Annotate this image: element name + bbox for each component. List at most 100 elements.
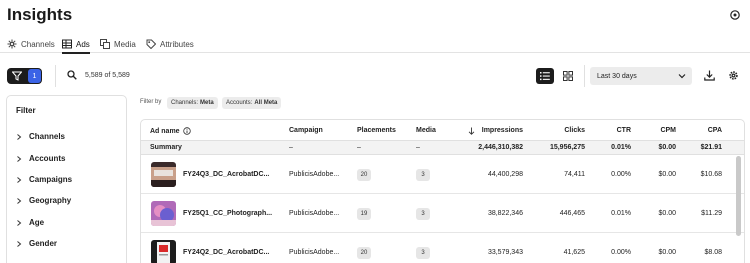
summary-row: Summary – – – 2,446,310,382 15,956,275 0…: [141, 140, 744, 155]
cpm-value: $0.00: [658, 171, 676, 178]
chip-key: Accounts:: [226, 100, 253, 106]
column-header-placements[interactable]: Placements: [357, 127, 396, 134]
summary-cpa: $21.91: [700, 144, 722, 151]
campaign-name: PublicisAdobe...: [289, 249, 340, 256]
column-header-cpa[interactable]: CPA: [708, 127, 722, 134]
impressions-value: 44,400,298: [487, 171, 523, 178]
download-icon[interactable]: [704, 70, 715, 81]
tab-ads[interactable]: Ads: [62, 36, 90, 54]
ad-thumbnail[interactable]: [151, 201, 176, 226]
tab-label: Attributes: [160, 39, 194, 49]
sort-descending-icon[interactable]: [468, 127, 475, 135]
summary-cpm: $0.00: [658, 144, 676, 151]
chip-key: Channels:: [171, 100, 199, 106]
ad-thumbnail[interactable]: [151, 240, 176, 263]
clicks-value: 446,465: [559, 210, 585, 217]
cpa-value: $11.29: [701, 210, 722, 217]
placements-badge: 20: [357, 247, 371, 259]
media-icon: [100, 39, 110, 49]
date-range-select[interactable]: Last 30 days: [590, 67, 692, 85]
tab-label: Media: [114, 39, 136, 49]
filter-item-label: Age: [29, 218, 45, 227]
ctr-value: 0.00%: [611, 171, 631, 178]
clicks-value: 41,625: [563, 249, 585, 256]
filter-item-label: Gender: [29, 239, 58, 248]
tab-channels[interactable]: Channels: [7, 36, 55, 52]
media-badge: 3: [416, 169, 430, 181]
summary-impressions: 2,446,310,382: [478, 144, 523, 151]
ad-name[interactable]: FY24Q2_DC_AcrobatDC...: [183, 249, 269, 256]
info-icon[interactable]: [182, 127, 191, 135]
filter-by-label: Filter by: [140, 99, 162, 105]
filter-item-age[interactable]: Age: [16, 218, 44, 227]
filter-item-geography[interactable]: Geography: [16, 196, 71, 205]
gear-icon[interactable]: [728, 70, 739, 81]
tab-label: Ads: [76, 39, 90, 49]
ad-name[interactable]: FY25Q1_CC_Photograph...: [183, 210, 272, 217]
filter-item-channels[interactable]: Channels: [16, 132, 65, 141]
campaign-name: PublicisAdobe...: [289, 210, 340, 217]
tab-bar: Channels Ads Media Attributes: [0, 36, 750, 54]
filter-item-accounts[interactable]: Accounts: [16, 154, 65, 163]
filter-chip-accounts[interactable]: Accounts: All Meta: [222, 97, 282, 109]
table-scrollbar[interactable]: [736, 156, 741, 236]
filter-item-label: Accounts: [29, 154, 66, 163]
column-label: Ad name: [150, 127, 180, 135]
cpa-value: $8.08: [704, 249, 722, 256]
chevron-right-icon: [17, 133, 22, 140]
column-header-media[interactable]: Media: [416, 127, 436, 134]
ads-table: Ad name Campaign Placements Media Impres…: [140, 119, 745, 263]
result-count: 5,589 of 5,589: [85, 72, 130, 79]
placements-badge: 20: [357, 169, 371, 181]
placements-badge: 19: [357, 208, 371, 220]
summary-media: –: [416, 144, 420, 151]
chip-value: Meta: [200, 100, 214, 106]
list-view-button[interactable]: [536, 68, 554, 84]
filter-button[interactable]: 1: [7, 68, 42, 84]
filter-item-label: Campaigns: [29, 175, 73, 184]
settings-icon[interactable]: [729, 9, 741, 21]
chevron-right-icon: [17, 155, 22, 162]
impressions-value: 33,579,343: [487, 249, 523, 256]
channels-icon: [7, 39, 17, 49]
filter-item-gender[interactable]: Gender: [16, 239, 57, 248]
impressions-value: 38,822,346: [487, 210, 523, 217]
summary-label: Summary: [150, 144, 182, 151]
ad-thumbnail[interactable]: [151, 162, 176, 187]
cpm-value: $0.00: [658, 249, 676, 256]
column-header-ctr[interactable]: CTR: [617, 127, 631, 134]
column-header-impressions[interactable]: Impressions: [482, 127, 523, 134]
table-row[interactable]: FY24Q2_DC_AcrobatDC... PublicisAdobe... …: [141, 234, 744, 263]
tab-label: Channels: [21, 39, 55, 49]
grid-view-button[interactable]: [559, 68, 577, 84]
table-row[interactable]: FY24Q3_DC_AcrobatDC... PublicisAdobe... …: [141, 156, 744, 194]
chevron-right-icon: [17, 240, 22, 247]
filter-heading: Filter: [16, 106, 36, 115]
chevron-right-icon: [17, 176, 22, 183]
filter-item-campaigns[interactable]: Campaigns: [16, 175, 72, 184]
tab-media[interactable]: Media: [100, 36, 136, 52]
campaign-name: PublicisAdobe...: [289, 171, 340, 178]
clicks-value: 74,411: [564, 171, 585, 178]
chevron-down-icon: [678, 74, 686, 79]
grid-icon: [563, 71, 573, 81]
summary-placements: –: [357, 144, 361, 151]
tab-attributes[interactable]: Attributes: [146, 36, 194, 52]
summary-clicks: 15,956,275: [549, 144, 585, 151]
search-icon[interactable]: [67, 70, 77, 80]
table-row[interactable]: FY25Q1_CC_Photograph... PublicisAdobe...…: [141, 195, 744, 233]
tag-icon: [146, 39, 156, 49]
cpm-value: $0.00: [658, 210, 676, 217]
filter-item-label: Channels: [29, 132, 66, 141]
date-range-value: Last 30 days: [597, 72, 637, 80]
summary-ctr: 0.01%: [611, 144, 631, 151]
column-header-ad-name[interactable]: Ad name: [150, 127, 191, 135]
column-header-campaign[interactable]: Campaign: [289, 127, 323, 134]
page-title: Insights: [7, 5, 73, 24]
filter-panel: Filter Channels Accounts Campaigns Geogr…: [6, 95, 127, 263]
filter-chip-channels[interactable]: Channels: Meta: [167, 97, 218, 109]
ad-name[interactable]: FY24Q3_DC_AcrobatDC...: [183, 171, 269, 178]
column-header-cpm[interactable]: CPM: [660, 127, 676, 134]
column-header-clicks[interactable]: Clicks: [564, 127, 585, 134]
list-icon: [540, 72, 550, 81]
